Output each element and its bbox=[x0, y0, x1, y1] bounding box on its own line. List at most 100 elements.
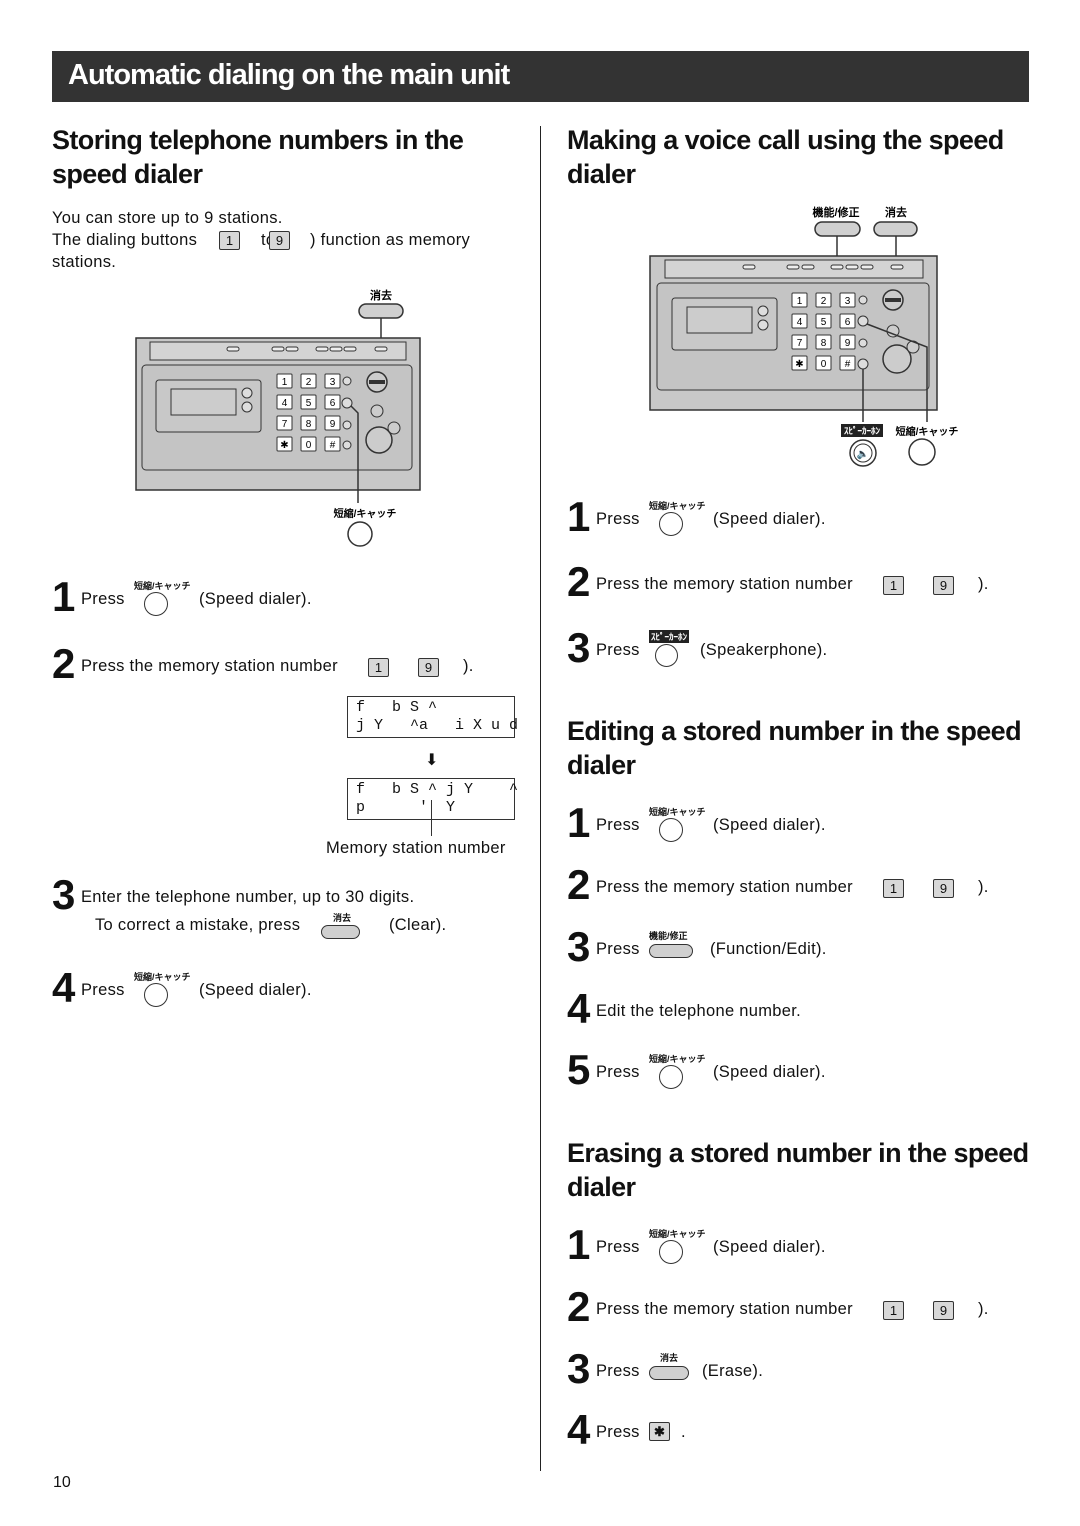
step-text: Press the memory station number bbox=[81, 657, 338, 675]
erase-key-label: 消去 bbox=[660, 1353, 679, 1363]
key-1-icon: 1 bbox=[368, 658, 389, 677]
step-text: Press bbox=[81, 590, 125, 608]
keypad-key-label: 1 bbox=[797, 296, 803, 307]
intro-line-2: The dialing buttons bbox=[52, 229, 197, 251]
edit-step-5: 5 Press 短縮/キャッチ (Speed dialer). bbox=[567, 1047, 1017, 1093]
step-number: 4 bbox=[567, 985, 591, 1032]
clear-key-label: 消去 bbox=[333, 913, 352, 923]
step-number: 2 bbox=[567, 861, 591, 908]
speed-dial-key-icon bbox=[659, 1065, 683, 1089]
step-text: Press bbox=[596, 940, 640, 958]
banner-title: Automatic dialing on the main unit bbox=[68, 59, 510, 91]
step-number: 3 bbox=[52, 871, 76, 918]
step-number: 4 bbox=[567, 1406, 591, 1453]
speed-dial-button-icon bbox=[347, 521, 373, 547]
intro-line-3: stations. bbox=[52, 253, 117, 271]
clear-key-icon bbox=[321, 925, 360, 939]
step-text-suffix: (Speed dialer). bbox=[713, 510, 826, 528]
key-9-icon: 9 bbox=[418, 658, 439, 677]
edit-step-3: 3 Press 機能/修正 (Function/Edit). bbox=[567, 924, 1017, 970]
page-number: 10 bbox=[53, 1474, 71, 1491]
store-step-1: 1 Press 短縮/キャッチ (Speed dialer). bbox=[52, 574, 522, 620]
key-1-icon: 1 bbox=[219, 231, 240, 250]
keypad-key-label: 6 bbox=[845, 317, 851, 328]
step-text: Press the memory station number bbox=[596, 1300, 853, 1318]
erase-step-2: 2 Press the memory station number 1 9 ). bbox=[567, 1284, 1017, 1330]
star-key-icon: ✱ bbox=[649, 1422, 670, 1441]
step-number: 1 bbox=[52, 573, 76, 620]
voice-step-2: 2 Press the memory station number 1 9 ). bbox=[567, 559, 1017, 605]
svg-text:🔈: 🔈 bbox=[857, 449, 869, 460]
function-edit-key-icon bbox=[649, 944, 693, 958]
step-text-suffix: (Speed dialer). bbox=[713, 1063, 826, 1081]
step-text-suffix: ). bbox=[978, 878, 989, 896]
step-text-suffix: (Speakerphone). bbox=[700, 641, 828, 659]
step-text: Press the memory station number bbox=[596, 878, 853, 896]
key-1-icon: 1 bbox=[883, 576, 904, 595]
step-text: Press bbox=[596, 1063, 640, 1081]
heading-storing: Storing telephone numbers in the speed d… bbox=[52, 125, 464, 189]
erase-key-icon bbox=[649, 1366, 689, 1380]
step-text-suffix: ). bbox=[463, 657, 474, 675]
lcd-line-2: p ' Y bbox=[356, 799, 456, 816]
key-1-icon: 1 bbox=[883, 1301, 904, 1320]
speed-dial-key-icon bbox=[144, 592, 168, 616]
key-9-icon: 9 bbox=[269, 231, 290, 250]
lcd-line-1: f b S ^ j Y ^ bbox=[356, 781, 519, 798]
speed-dial-key-label: 短縮/キャッチ bbox=[649, 807, 706, 817]
step-number: 3 bbox=[567, 624, 591, 671]
memory-station-caption: Memory station number bbox=[326, 839, 506, 857]
keypad-key-label: 9 bbox=[330, 419, 336, 430]
speed-dial-button-icon bbox=[908, 438, 936, 466]
speed-dial-key-label: 短縮/キャッチ bbox=[649, 501, 706, 511]
clear-text: (Clear). bbox=[389, 916, 447, 934]
keypad-key-label: 8 bbox=[306, 419, 312, 430]
step-number: 3 bbox=[567, 1345, 591, 1392]
erase-step-1: 1 Press 短縮/キャッチ (Speed dialer). bbox=[567, 1222, 1017, 1268]
erase-step-4: 4 Press ✱ . bbox=[567, 1407, 1017, 1453]
keypad-key-label: ✱ bbox=[795, 359, 803, 370]
speed-dial-key-icon bbox=[659, 1240, 683, 1264]
voice-step-1: 1 Press 短縮/キャッチ (Speed dialer). bbox=[567, 494, 1017, 540]
clear-label: 消去 bbox=[885, 205, 907, 219]
keypad-key-label: 7 bbox=[797, 338, 803, 349]
speed-dial-key-label: 短縮/キャッチ bbox=[134, 972, 191, 982]
keypad-key-label: 7 bbox=[282, 419, 288, 430]
keypad-key-label: 3 bbox=[845, 296, 851, 307]
function-edit-label: 機能/修正 bbox=[812, 205, 859, 219]
step-text-suffix: (Erase). bbox=[702, 1362, 764, 1380]
step-number: 2 bbox=[567, 1283, 591, 1330]
step-text: Press the memory station number bbox=[596, 575, 853, 593]
step-text: Press bbox=[596, 641, 640, 659]
section-banner: Automatic dialing on the main unit bbox=[52, 51, 1029, 102]
step-number: 2 bbox=[567, 558, 591, 605]
speakerphone-key-icon bbox=[655, 644, 678, 667]
keypad-key-label: 3 bbox=[330, 377, 336, 388]
key-1-icon: 1 bbox=[883, 879, 904, 898]
clear-button-icon bbox=[358, 303, 404, 319]
edit-step-4: 4 Edit the telephone number. bbox=[567, 986, 1017, 1032]
keypad-key-label: 2 bbox=[306, 377, 312, 388]
step-text-suffix: ). bbox=[978, 1300, 989, 1318]
step-text: Press bbox=[596, 1362, 640, 1380]
column-divider bbox=[540, 126, 541, 1471]
step-text-suffix: (Function/Edit). bbox=[710, 940, 827, 958]
step-text: Edit the telephone number. bbox=[596, 1002, 802, 1020]
step-number: 2 bbox=[52, 640, 76, 687]
keypad-key-label: ✱ bbox=[280, 440, 288, 451]
fax-unit-illustration-right: 機能/修正 消去 1 2 3 4 5 6 7 8 9 ✱ 0 # ｽﾋﾟｰｶｰﾎﾝ 短縮/キャッチ 🔈 bbox=[649, 205, 958, 467]
step-number: 3 bbox=[567, 923, 591, 970]
function-edit-button-icon bbox=[814, 221, 861, 237]
keypad-key-label: 4 bbox=[282, 398, 288, 409]
edit-step-1: 1 Press 短縮/キャッチ (Speed dialer). bbox=[567, 800, 1017, 846]
speed-dial-key-icon bbox=[659, 512, 683, 536]
keypad-key-label: # bbox=[845, 359, 851, 370]
intro-text-a: The dialing buttons bbox=[52, 231, 198, 249]
clear-button-icon bbox=[873, 221, 918, 237]
step-text-suffix: (Speed dialer). bbox=[713, 1238, 826, 1256]
down-arrow-icon: ⬇ bbox=[425, 752, 439, 769]
speed-dial-key-icon bbox=[144, 983, 168, 1007]
speed-dial-key-label: 短縮/キャッチ bbox=[649, 1229, 706, 1239]
step-text-suffix: . bbox=[681, 1423, 686, 1441]
keypad-key-label: 0 bbox=[821, 359, 827, 370]
